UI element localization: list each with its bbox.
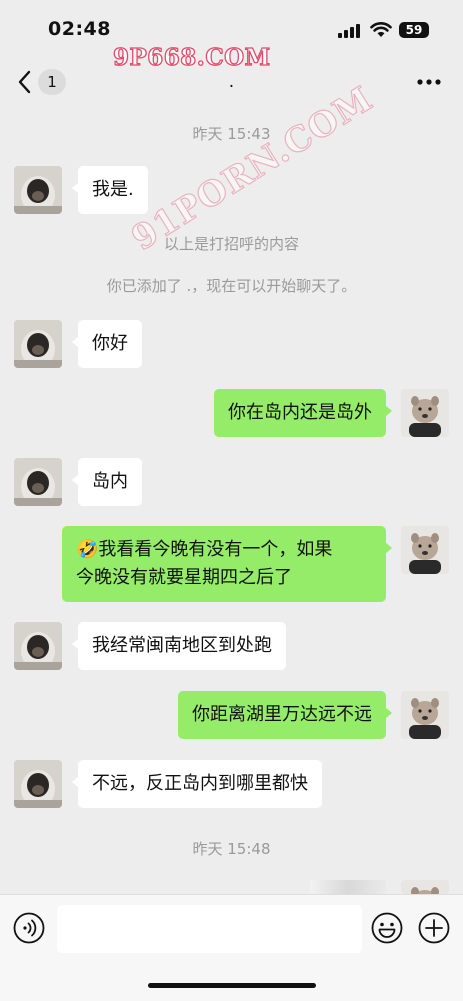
message-bubble-incoming[interactable]: 不远，反正岛内到哪里都快 — [72, 760, 322, 808]
my-avatar[interactable] — [401, 880, 449, 894]
more-dots-icon[interactable] — [416, 72, 442, 92]
message-input[interactable] — [57, 905, 362, 953]
chat-header: 1 . — [0, 58, 463, 108]
timestamp: 昨天 15:43 — [192, 125, 271, 143]
battery-icon: 59 — [399, 22, 429, 38]
chat-title: . — [228, 72, 235, 92]
message-bubble-incoming[interactable]: 我是. — [72, 166, 148, 214]
system-note: 以上是打招呼的内容 — [163, 235, 299, 253]
contact-avatar[interactable] — [14, 320, 62, 368]
battery-level: 59 — [405, 23, 423, 37]
my-avatar[interactable] — [401, 389, 449, 437]
status-time: 02:48 — [48, 18, 111, 40]
image-message-preview[interactable] — [310, 880, 386, 894]
contact-avatar[interactable] — [14, 166, 62, 214]
my-avatar[interactable] — [401, 526, 449, 574]
message-bubble-incoming[interactable]: 你好 — [72, 320, 142, 368]
message-text-line: 我看看今晚有没有一个，如果 — [98, 539, 333, 560]
emoji-icon[interactable] — [371, 912, 403, 944]
wifi-icon — [370, 22, 392, 37]
input-bar — [0, 894, 463, 1001]
message-bubble-outgoing[interactable]: 🤣我看看今晚有没有一个，如果 今晚没有就要星期四之后了 — [62, 526, 392, 602]
message-bubble-outgoing[interactable]: 你距离湖里万达远不远 — [178, 691, 392, 739]
message-text-line: 今晚没有就要星期四之后了 — [76, 567, 292, 588]
contact-avatar[interactable] — [14, 458, 62, 506]
contact-avatar[interactable] — [14, 760, 62, 808]
message-bubble-outgoing[interactable]: 你在岛内还是岛外 — [214, 389, 392, 437]
status-bar: 02:48 59 — [0, 0, 463, 58]
my-avatar[interactable] — [401, 691, 449, 739]
system-note: 你已添加了 .，现在可以开始聊天了。 — [106, 277, 357, 295]
message-bubble-incoming[interactable]: 我经常闽南地区到处跑 — [72, 622, 286, 670]
home-indicator — [148, 983, 316, 988]
message-bubble-incoming[interactable]: 岛内 — [72, 458, 142, 506]
plus-icon[interactable] — [418, 912, 450, 944]
contact-avatar[interactable] — [14, 622, 62, 670]
rofl-emoji-icon: 🤣 — [76, 539, 99, 560]
cellular-signal-icon — [338, 24, 360, 38]
timestamp: 昨天 15:48 — [192, 840, 271, 858]
voice-icon[interactable] — [13, 912, 45, 944]
